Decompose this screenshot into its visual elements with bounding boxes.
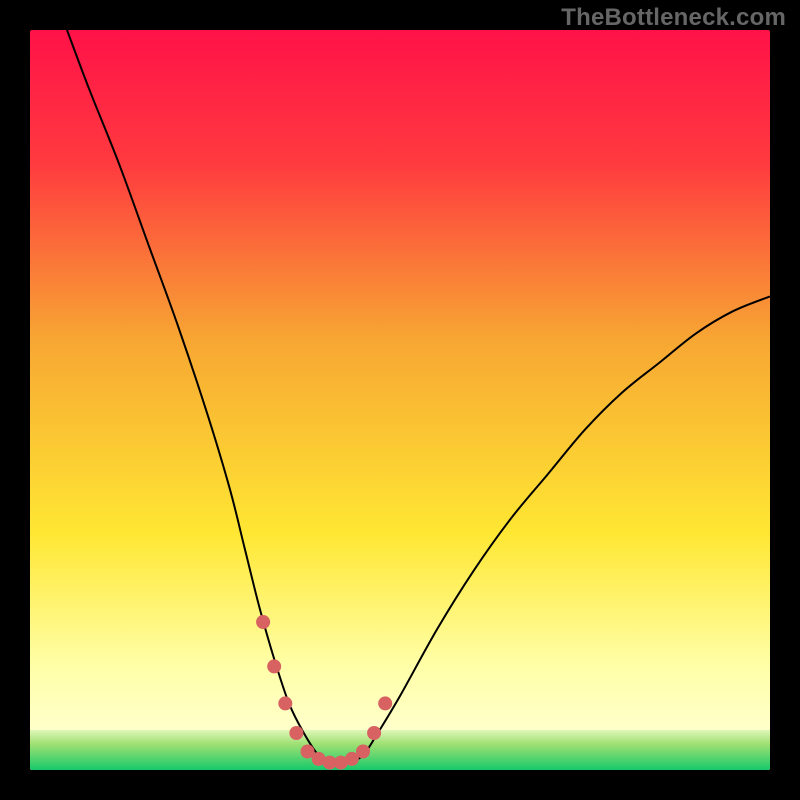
optimal-zone-markers xyxy=(256,615,392,770)
plot-area xyxy=(30,30,770,770)
chart-frame: TheBottleneck.com xyxy=(0,0,800,800)
marker-dot xyxy=(356,745,370,759)
marker-dot xyxy=(367,726,381,740)
bottleneck-curve xyxy=(67,30,770,764)
marker-dot xyxy=(289,726,303,740)
marker-dot xyxy=(256,615,270,629)
marker-dot xyxy=(267,659,281,673)
marker-dot xyxy=(378,696,392,710)
curve-overlay xyxy=(30,30,770,770)
marker-dot xyxy=(278,696,292,710)
watermark-text: TheBottleneck.com xyxy=(561,4,786,32)
